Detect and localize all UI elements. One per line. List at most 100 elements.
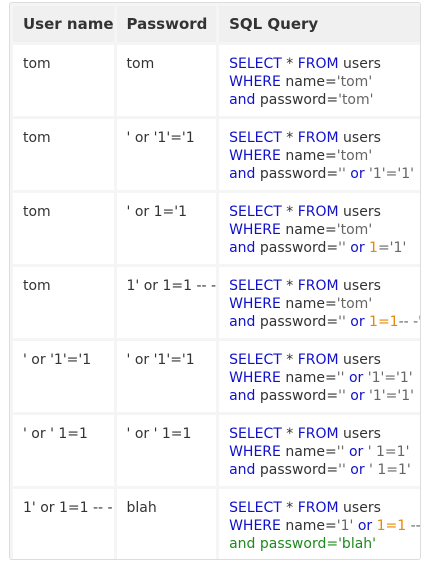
sql-keyword: or: [350, 314, 365, 330]
sql-number: 1=1: [376, 518, 407, 534]
password-cell: ' or '1'='1: [116, 341, 217, 412]
sql-string: 'tom': [336, 296, 373, 312]
sql-text: name=: [280, 370, 337, 386]
sql-text: users: [338, 278, 381, 294]
sql-query-line: SELECT * FROM users: [229, 499, 420, 517]
sql-comment: and password='blah': [229, 536, 377, 552]
sql-query-line: and password='' or '1'='1': [229, 165, 420, 183]
sql-string: 'tom': [338, 92, 374, 108]
sql-query-line: and password='' or ' 1=1': [229, 461, 420, 479]
sql-text: name=: [280, 74, 337, 90]
sql-query-line: SELECT * FROM users: [229, 351, 420, 369]
username-cell: tom: [13, 45, 114, 116]
sql-keyword: SELECT: [229, 278, 282, 294]
table-row: ' or ' 1=1 ' or ' 1=1 SELECT * FROM user…: [13, 415, 420, 486]
sql-keyword: WHERE: [229, 222, 281, 238]
sql-keyword: WHERE: [229, 148, 281, 164]
sql-keyword: FROM: [297, 278, 339, 294]
sql-query-cell: SELECT * FROM users WHERE name='1' or 1=1…: [219, 489, 421, 559]
sql-string: '': [338, 388, 346, 404]
sql-keyword: and: [229, 240, 256, 256]
username-cell: 1' or 1=1 -- -: [13, 489, 114, 559]
password-cell: 1' or 1=1 -- -: [116, 267, 217, 338]
table-row: tom ' or 1='1 SELECT * FROM users WHERE n…: [13, 193, 420, 264]
sql-string: -- -': [410, 518, 421, 534]
username-cell: tom: [13, 193, 114, 264]
sql-number: 1=1: [369, 314, 399, 330]
sql-keyword: WHERE: [229, 74, 281, 90]
password-cell: ' or '1'='1: [116, 119, 217, 190]
sql-text: *: [281, 56, 298, 72]
password-cell: ' or ' 1=1: [116, 415, 217, 486]
header-username: User name: [13, 6, 114, 42]
sql-keyword: FROM: [297, 426, 339, 442]
sql-string: ' 1=1': [369, 462, 411, 478]
sql-injection-table: User name Password SQL Query tom tom SEL…: [10, 3, 421, 559]
sql-text: users: [338, 56, 381, 72]
sql-text: name=: [280, 296, 337, 312]
sql-keyword: and: [229, 166, 256, 182]
sql-query-line: SELECT * FROM users: [229, 425, 420, 443]
password-cell: ' or 1='1: [116, 193, 217, 264]
sql-keyword: and: [229, 388, 256, 404]
sql-query-cell: SELECT * FROM users WHERE name='tom' and p…: [219, 193, 420, 264]
sql-query-line: SELECT * FROM users: [229, 55, 420, 73]
sql-string: 'tom': [336, 74, 373, 90]
sql-keyword: or: [348, 444, 364, 460]
sql-query-line: and password='blah': [229, 535, 420, 553]
table-row: tom tom SELECT * FROM users WHERE name='t…: [13, 45, 420, 116]
sql-query-cell: SELECT * FROM users WHERE name='tom' and p…: [219, 119, 420, 190]
sql-keyword: or: [350, 166, 365, 182]
sql-string: '': [338, 240, 346, 256]
sql-query-line: WHERE name='tom': [229, 73, 420, 91]
sql-number: 1: [369, 240, 378, 256]
sql-keyword: SELECT: [229, 130, 282, 146]
sql-text: password=: [255, 92, 339, 108]
sql-text: users: [338, 426, 381, 442]
sql-keyword: FROM: [297, 130, 339, 146]
sql-string: -- -': [398, 314, 421, 330]
sql-keyword: WHERE: [229, 370, 281, 386]
header-sql-query: SQL Query: [219, 6, 420, 42]
sql-keyword: FROM: [297, 56, 339, 72]
table-header-row: User name Password SQL Query: [13, 6, 420, 42]
table-row: ' or '1'='1 ' or '1'='1 SELECT * FROM us…: [13, 341, 420, 412]
sql-keyword: WHERE: [229, 444, 281, 460]
sql-keyword: and: [229, 92, 256, 108]
sql-text: name=: [280, 148, 337, 164]
sql-text: name=: [280, 444, 337, 460]
sql-query-line: WHERE name='tom': [229, 147, 420, 165]
sql-text: users: [338, 204, 381, 220]
sql-query-line: WHERE name='tom': [229, 295, 420, 313]
username-cell: tom: [13, 267, 114, 338]
sql-query-line: and password='' or 1=1-- -': [229, 313, 421, 331]
table-row: tom 1' or 1=1 -- - SELECT * FROM users WH…: [13, 267, 421, 338]
sql-text: users: [338, 352, 381, 368]
sql-text: password=: [255, 166, 339, 182]
sql-keyword: SELECT: [229, 500, 282, 516]
sql-query-line: WHERE name='tom': [229, 221, 420, 239]
sql-text: name=: [280, 222, 337, 238]
sql-keyword: SELECT: [229, 56, 282, 72]
sql-text: *: [281, 426, 298, 442]
sql-query-line: and password='' or '1'='1': [229, 387, 420, 405]
sql-keyword: FROM: [297, 352, 339, 368]
sql-keyword: SELECT: [229, 426, 282, 442]
password-cell: tom: [116, 45, 217, 116]
sql-query-line: and password='tom': [229, 91, 420, 109]
sql-keyword: or: [350, 462, 365, 478]
sql-string: 'tom': [336, 222, 373, 238]
sql-text: *: [281, 278, 298, 294]
sql-query-line: SELECT * FROM users: [229, 277, 420, 295]
sql-string: '1': [336, 518, 354, 534]
sql-query-line: WHERE name='' or ' 1=1': [229, 443, 420, 461]
sql-string: '': [338, 462, 346, 478]
sql-query-line: SELECT * FROM users: [229, 203, 420, 221]
sql-string: '': [338, 166, 346, 182]
sql-query-cell: SELECT * FROM users WHERE name='tom' and p…: [219, 45, 420, 116]
sql-query-line: SELECT * FROM users: [229, 129, 420, 147]
table-row: tom ' or '1'='1 SELECT * FROM users WHERE…: [13, 119, 420, 190]
sql-text: password=: [255, 240, 339, 256]
sql-text: *: [281, 352, 298, 368]
sql-text: password=: [255, 314, 339, 330]
